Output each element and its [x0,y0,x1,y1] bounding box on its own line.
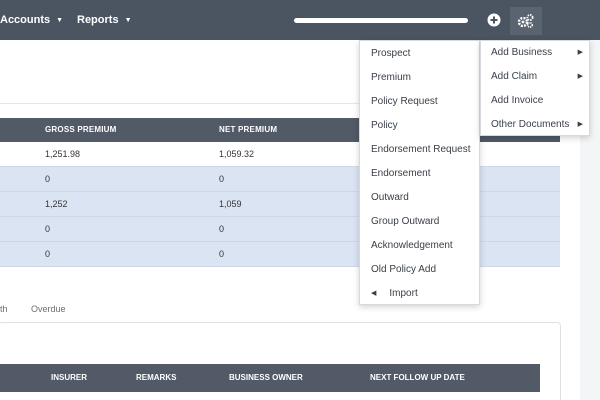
menu-item-prospect[interactable]: Prospect [371,48,410,59]
nav-accounts-label: Accounts [0,14,51,26]
net-premium-cell: 0 [219,174,225,184]
submenu-item-add-business[interactable]: Add Business ▶ [491,47,587,58]
menu-item-outward[interactable]: Outward [371,192,409,203]
column-header-gross-premium[interactable]: GROSS PREMIUM [45,118,117,142]
submenu-item-label: Add Business [491,47,553,58]
menu-item-policy-request[interactable]: Policy Request [371,96,438,107]
net-premium-cell: 1,059.32 [219,149,255,159]
gears-icon [517,14,534,29]
menu-item-endorsement-request[interactable]: Endorsement Request [371,144,471,155]
gross-premium-cell: 0 [45,249,51,259]
chevron-down-icon: ▼ [124,17,132,24]
column-header-next-follow-up-date[interactable]: NEXT FOLLOW UP DATE [370,364,465,392]
add-new-button[interactable] [480,10,508,32]
chevron-right-icon: ▶ [577,73,583,80]
submenu-item-label: Add Invoice [491,95,544,106]
net-premium-cell: 0 [219,249,225,259]
chevron-down-icon: ▼ [56,17,64,24]
column-header-remarks[interactable]: REMARKS [136,364,176,392]
chevron-right-icon: ▶ [577,121,583,128]
nav-reports-label: Reports [77,14,119,26]
menu-item-policy[interactable]: Policy [371,120,398,131]
tab-month[interactable]: th [0,304,8,314]
gross-premium-cell: 1,252 [45,199,68,209]
menu-item-acknowledgement[interactable]: Acknowledgement [371,240,453,251]
chevron-right-icon: ▶ [577,49,583,56]
menu-item-old-policy-add[interactable]: Old Policy Add [371,264,436,275]
submenu-item-label: Add Claim [491,71,538,82]
submenu-item-other-documents[interactable]: Other Documents ▶ [491,119,587,130]
net-premium-cell: 0 [219,224,225,234]
gross-premium-cell: 0 [45,174,51,184]
menu-item-endorsement[interactable]: Endorsement [371,168,430,179]
gross-premium-cell: 0 [45,224,51,234]
chevron-left-icon: ◀ [371,290,377,297]
submenu-item-add-invoice[interactable]: Add Invoice [491,95,587,106]
settings-button[interactable] [510,7,542,35]
nav-accounts-menu[interactable]: Accounts ▼ [0,0,63,40]
nav-reports-menu[interactable]: Reports ▼ [77,0,132,40]
search-input[interactable] [294,18,468,23]
net-premium-cell: 1,059 [219,199,242,209]
column-header-business-owner[interactable]: BUSINESS OWNER [229,364,303,392]
submenu-item-label: Other Documents [491,119,570,130]
menu-item-import-label: Import [389,288,418,299]
menu-item-group-outward[interactable]: Group Outward [371,216,439,227]
tab-overdue[interactable]: Overdue [31,304,66,314]
menu-item-premium[interactable]: Premium [371,72,411,83]
plus-circle-icon [487,13,501,27]
followup-table-header: INSURER REMARKS BUSINESS OWNER NEXT FOLL… [0,364,540,392]
gross-premium-cell: 1,251.98 [45,149,81,159]
column-header-net-premium[interactable]: NET PREMIUM [219,118,277,142]
submenu-item-add-claim[interactable]: Add Claim ▶ [491,71,587,82]
menu-item-import[interactable]: ◀ Import [371,288,418,299]
column-header-insurer[interactable]: INSURER [51,364,87,392]
add-new-dropdown: Prospect Premium Policy Request Policy E… [359,40,480,305]
top-navbar: Accounts ▼ Reports ▼ [0,0,600,40]
add-submenu: Add Business ▶ Add Claim ▶ Add Invoice Oth… [480,40,590,136]
